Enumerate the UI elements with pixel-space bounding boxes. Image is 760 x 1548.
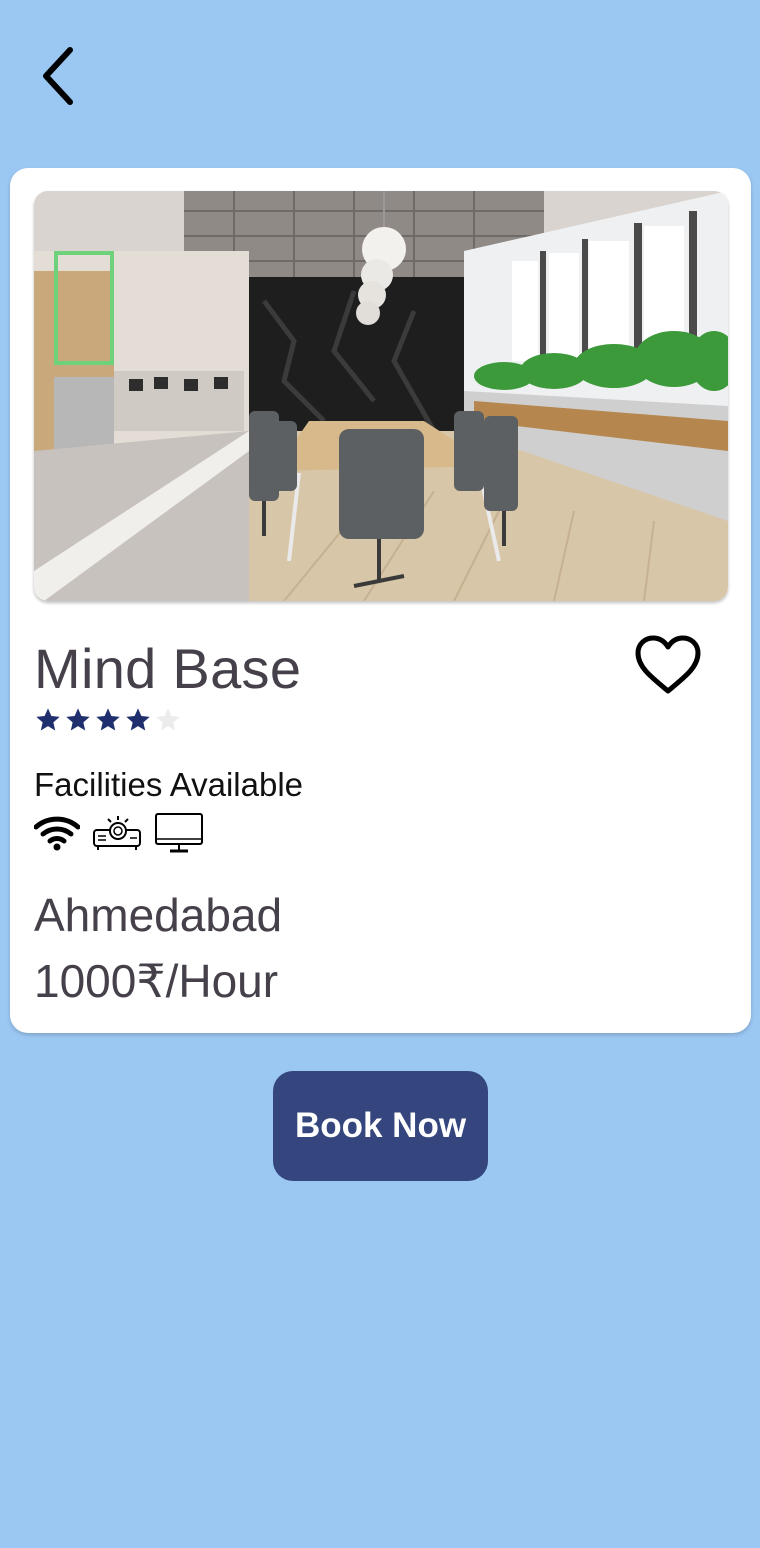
star-icon: [66, 708, 90, 731]
back-button[interactable]: [36, 40, 100, 112]
venue-name: Mind Base: [34, 637, 302, 700]
star-rating: [34, 706, 182, 734]
venue-card: Mind Base Facilities Available Ahmedabad…: [10, 168, 751, 1033]
star-icon: [36, 708, 60, 731]
chevron-left-icon: [43, 47, 73, 105]
venue-detail-screen: Mind Base Facilities Available Ahmedabad…: [0, 0, 760, 1548]
star-icon: [96, 708, 120, 731]
wifi-icon: [34, 816, 80, 851]
facilities-label: Facilities Available: [34, 766, 304, 803]
heart-outline-icon: [635, 635, 701, 694]
book-now-button[interactable]: Book Now: [273, 1071, 488, 1181]
star-icon: [126, 708, 150, 731]
star-empty-icon: [156, 708, 180, 731]
facilities-icons: [34, 812, 204, 854]
venue-photo: [34, 191, 728, 601]
projector-icon: [93, 816, 141, 850]
monitor-icon: [155, 813, 203, 853]
favorite-button[interactable]: [630, 630, 706, 700]
venue-price: 1000₹/Hour: [34, 955, 279, 1007]
venue-city: Ahmedabad: [34, 889, 283, 941]
